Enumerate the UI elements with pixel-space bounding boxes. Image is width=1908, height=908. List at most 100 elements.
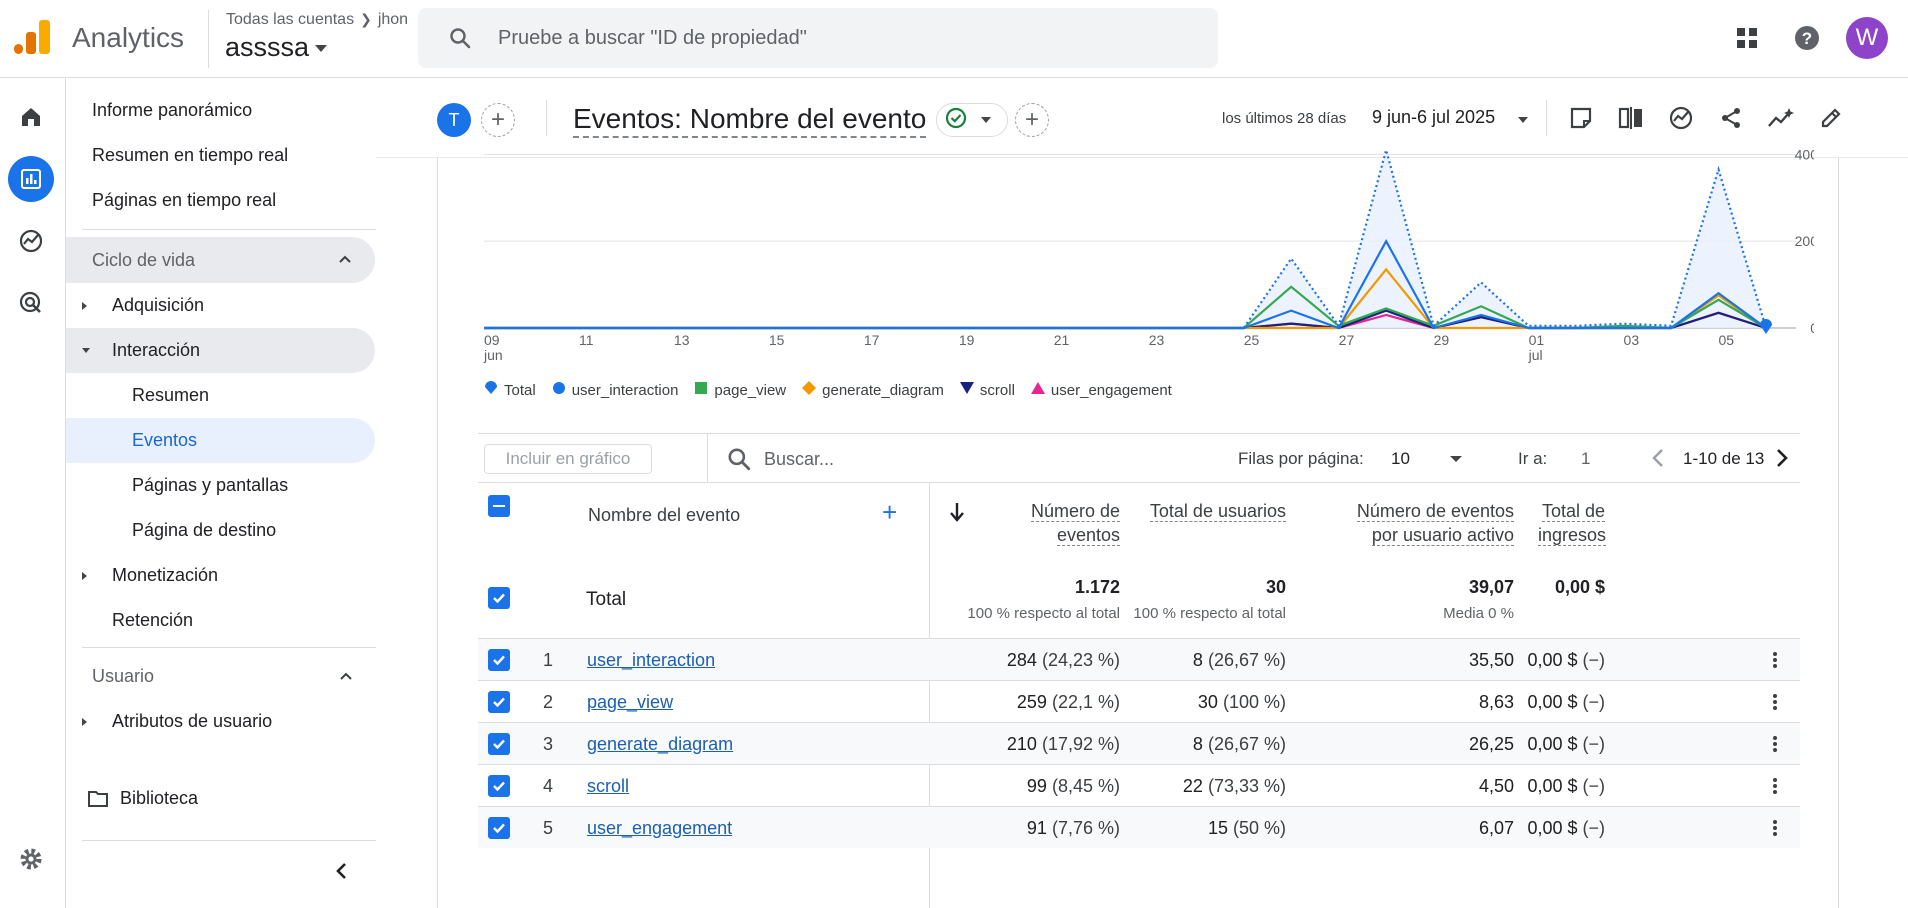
revenue-value: 0,00 $	[1527, 692, 1578, 712]
nav-eventos[interactable]: Eventos	[66, 418, 375, 463]
more-vert-icon[interactable]	[1772, 776, 1778, 801]
more-vert-icon[interactable]	[1772, 692, 1778, 717]
users-cell: 8 (26,67 %)	[1084, 650, 1286, 671]
rows-per-page-select[interactable]: 10	[1391, 449, 1410, 469]
caret-down-icon[interactable]	[1450, 456, 1462, 462]
goto-page-input[interactable]: 1	[1581, 449, 1590, 469]
add-dimension-button[interactable]: +	[882, 497, 897, 528]
column-header-events-per-user[interactable]: Número de eventos por usuario activo	[1308, 499, 1514, 547]
triangle-right-icon	[82, 571, 87, 580]
report-status-dropdown[interactable]	[936, 103, 1008, 137]
series-line-page-view[interactable]	[484, 285, 1767, 330]
nav-informe-panoramico[interactable]: Informe panorámico	[66, 88, 376, 133]
table-row[interactable]: 2 page_view 259 (22,1 %) 30 (100 %) 8,63 0,00…	[478, 680, 1800, 722]
nav-adquisicion[interactable]: Adquisición	[66, 283, 376, 328]
column-header-event-name[interactable]: Nombre del evento	[588, 505, 740, 526]
include-in-chart-button[interactable]: Incluir en gráfico	[484, 444, 652, 474]
sort-desc-arrow-icon[interactable]	[948, 501, 966, 528]
compare-icon[interactable]	[1613, 100, 1649, 136]
table-row[interactable]: 5 user_engagement 91 (7,76 %) 15 (50 %) 6,07…	[478, 806, 1800, 848]
annotation-icon[interactable]	[1563, 100, 1599, 136]
series-line-user-interaction[interactable]	[484, 238, 1767, 330]
advertising-icon[interactable]	[8, 280, 54, 326]
explore-icon[interactable]	[8, 218, 54, 264]
collapse-chevron-icon[interactable]	[332, 861, 352, 886]
reports-icon[interactable]	[8, 156, 54, 202]
legend-item[interactable]: page_view	[694, 381, 786, 399]
share-icon[interactable]	[1713, 100, 1749, 136]
more-vert-icon[interactable]	[1772, 734, 1778, 759]
row-checkbox[interactable]	[488, 817, 510, 839]
more-vert-icon[interactable]	[1772, 650, 1778, 675]
add-comparison-button[interactable]: +	[481, 103, 515, 137]
nav-section-ciclo-de-vida[interactable]: Ciclo de vida	[66, 237, 375, 283]
event-name-link[interactable]: generate_diagram	[587, 734, 733, 755]
nav-section-usuario[interactable]: Usuario	[66, 654, 376, 699]
nav-biblioteca[interactable]: Biblioteca	[66, 776, 376, 821]
account-breadcrumb[interactable]: Todas las cuentas ❯ jhon	[226, 11, 408, 29]
row-checkbox[interactable]	[488, 775, 510, 797]
row-checkbox[interactable]	[488, 733, 510, 755]
table-row[interactable]: 4 scroll 99 (8,45 %) 22 (73,33 %) 4,50 0,00 $…	[478, 764, 1800, 806]
insights-icon[interactable]	[1663, 100, 1699, 136]
column-header-event-count[interactable]: Número de eventos	[998, 499, 1120, 547]
select-all-checkbox[interactable]	[488, 495, 510, 517]
nav-resumen-tiempo-real[interactable]: Resumen en tiempo real	[66, 133, 376, 178]
date-range-value[interactable]: 9 jun-6 jul 2025	[1372, 107, 1495, 128]
legend-item[interactable]: scroll	[959, 381, 1015, 399]
series-line-total[interactable]	[484, 150, 1768, 330]
event-name-link[interactable]: user_engagement	[587, 818, 732, 839]
search-bar[interactable]	[418, 8, 1218, 68]
event-name-link[interactable]: user_interaction	[587, 650, 715, 671]
date-range-label[interactable]: los últimos 28 días	[1222, 110, 1346, 127]
caret-down-icon[interactable]	[1518, 117, 1528, 123]
nav-retencion[interactable]: Retención	[66, 598, 376, 643]
event-name-link[interactable]: page_view	[587, 692, 673, 713]
legend-item[interactable]: user_engagement	[1030, 381, 1172, 399]
nav-paginas-tiempo-real[interactable]: Páginas en tiempo real	[66, 178, 376, 223]
table-row[interactable]: 1 user_interaction 284 (24,23 %) 8 (26,67 %…	[478, 638, 1800, 680]
total-checkbox[interactable]	[488, 587, 510, 609]
chevron-right-icon[interactable]	[1770, 446, 1792, 475]
nav-pagina-destino[interactable]: Página de destino	[66, 508, 376, 553]
property-selector[interactable]: assssa	[225, 32, 328, 63]
more-vert-icon[interactable]	[1772, 818, 1778, 843]
report-title[interactable]: Eventos: Nombre del evento	[573, 102, 927, 138]
total-users-sub: 100 % respecto al total	[1133, 605, 1286, 622]
nav-paginas-pantallas[interactable]: Páginas y pantallas	[66, 463, 376, 508]
x-tick-label: 27	[1339, 332, 1355, 348]
search-input[interactable]	[498, 22, 1178, 54]
event-name-link[interactable]: scroll	[587, 776, 629, 797]
series-line-generate-diagram[interactable]	[484, 267, 1767, 330]
chevron-left-icon[interactable]	[1648, 446, 1670, 475]
add-filter-button[interactable]: +	[1015, 103, 1049, 137]
folder-icon	[88, 790, 108, 808]
column-header-total-users[interactable]: Total de usuarios	[1138, 499, 1286, 523]
legend-item[interactable]: generate_diagram	[802, 381, 944, 399]
legend-item[interactable]: user_interaction	[552, 381, 678, 399]
nav-monetizacion[interactable]: Monetización	[66, 553, 376, 598]
help-icon[interactable]: ?	[1786, 17, 1828, 59]
sparkle-trend-icon[interactable]	[1763, 100, 1799, 136]
apps-grid-icon[interactable]	[1726, 17, 1768, 59]
nav-atributos-usuario[interactable]: Atributos de usuario	[66, 699, 376, 744]
analytics-logo[interactable]	[14, 18, 50, 58]
comparison-badge[interactable]: T	[437, 103, 471, 137]
row-checkbox[interactable]	[488, 691, 510, 713]
table-search-input[interactable]	[764, 446, 1094, 472]
edit-pencil-icon[interactable]	[1813, 100, 1849, 136]
table-row[interactable]: 3 generate_diagram 210 (17,92 %) 8 (26,67 %…	[478, 722, 1800, 764]
series-line-user-engagement[interactable]	[484, 311, 1767, 330]
series-end-marker[interactable]	[1760, 319, 1772, 334]
table-search[interactable]	[726, 444, 1106, 474]
column-header-total-revenue[interactable]: Total de ingresos	[1538, 499, 1607, 547]
row-checkbox[interactable]	[488, 649, 510, 671]
nav-label: Páginas en tiempo real	[92, 190, 277, 210]
series-line-scroll[interactable]	[484, 309, 1767, 330]
account-avatar[interactable]: W	[1846, 17, 1888, 59]
nav-interaccion[interactable]: Interacción	[66, 328, 375, 373]
home-icon[interactable]	[8, 94, 54, 140]
settings-gear-icon[interactable]	[8, 836, 54, 882]
nav-resumen[interactable]: Resumen	[66, 373, 376, 418]
legend-item[interactable]: Total	[484, 381, 536, 399]
